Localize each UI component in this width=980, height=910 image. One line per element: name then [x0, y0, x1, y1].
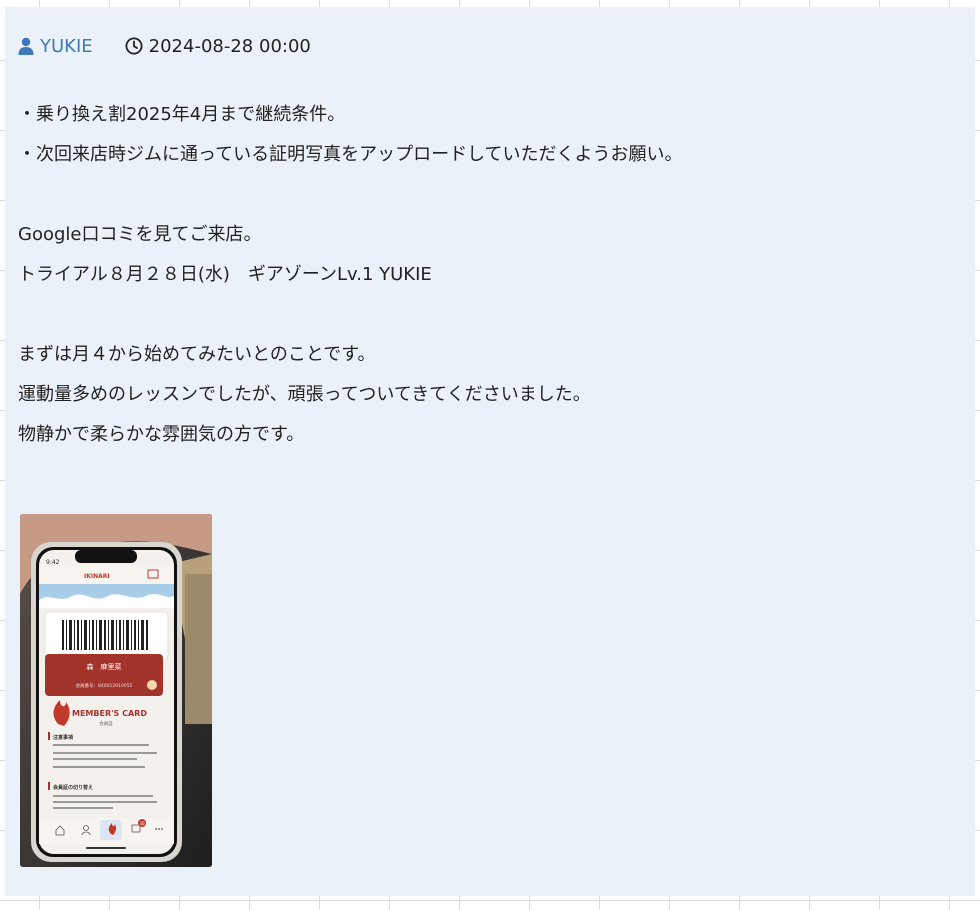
- post-timestamp: 2024-08-28 00:00: [125, 36, 311, 57]
- body-line: まずは月４から始めてみたいとのことです。: [18, 344, 376, 365]
- notice-heading: 注意事項: [53, 734, 74, 741]
- member-number: 会員番号：840012010055: [76, 682, 133, 689]
- body-line: [18, 175, 958, 215]
- body-line: 物静かで柔らかな雰囲気の方です。: [18, 424, 305, 445]
- card-title: MEMBER'S CARD: [72, 709, 147, 718]
- body-line: Google口コミを見てご来店。: [18, 224, 262, 245]
- user-icon: [18, 37, 34, 55]
- post-card: YUKIE 2024-08-28 00:00 ・乗り換え割2025年4月まで継続…: [5, 7, 975, 896]
- author-link[interactable]: YUKIE: [18, 36, 93, 57]
- post-body: ・乗り換え割2025年4月まで継続条件。 ・次回来店時ジムに通っている証明写真を…: [18, 95, 958, 455]
- post-meta: YUKIE 2024-08-28 00:00: [18, 34, 311, 58]
- body-line: トライアル８月２８日(水) ギアゾーンLv.1 YUKIE: [18, 264, 432, 285]
- body-line: [18, 295, 958, 335]
- barcode: [62, 620, 148, 650]
- cart-badge: 30: [139, 821, 145, 826]
- body-line: ・次回来店時ジムに通っている証明写真をアップロードしていただくようお願い。: [18, 144, 683, 165]
- switch-heading: 会員証の切り替え: [52, 784, 93, 791]
- phone-time: 9:42: [46, 559, 60, 566]
- clock-icon: [125, 37, 143, 55]
- timestamp-text: 2024-08-28 00:00: [148, 35, 311, 57]
- member-name: 森 麻里菜: [87, 662, 122, 671]
- body-line: 運動量多めのレッスンでしたが、頑張ってついてきてくださいました。: [18, 384, 591, 405]
- attached-photo[interactable]: 9:42 IKINARI 森 麻里菜 会員番号：840012010055 MEM…: [20, 514, 212, 867]
- author-name[interactable]: YUKIE: [40, 36, 93, 57]
- member-card-photo: 9:42 IKINARI 森 麻里菜 会員番号：840012010055 MEM…: [20, 514, 212, 867]
- card-subtitle: 会員証: [99, 720, 113, 727]
- app-name: IKINARI: [84, 573, 110, 580]
- body-line: ・乗り換え割2025年4月まで継続条件。: [18, 104, 346, 125]
